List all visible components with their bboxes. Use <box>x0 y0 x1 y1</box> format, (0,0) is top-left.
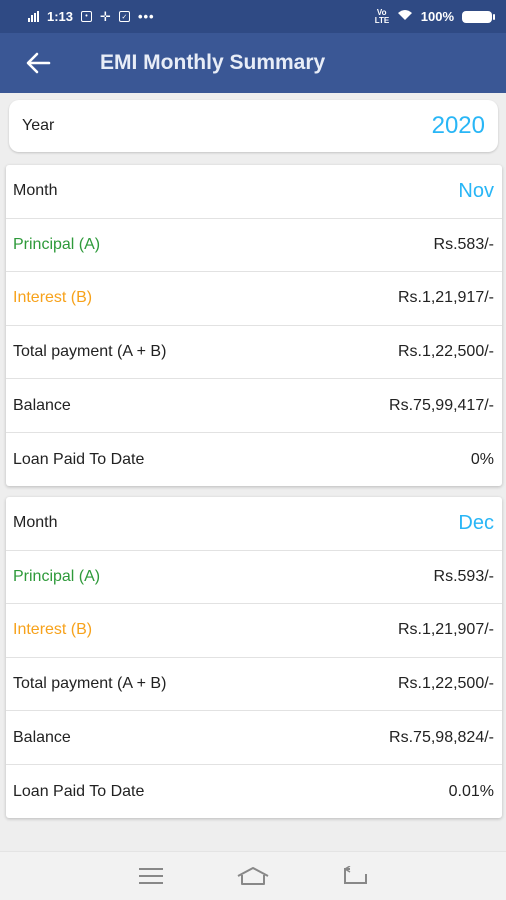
month-value: Dec <box>458 511 494 534</box>
home-button[interactable] <box>233 856 273 896</box>
notification-icon: • <box>81 11 93 22</box>
page-title: EMI Monthly Summary <box>100 51 326 74</box>
status-time: 1:13 <box>47 9 74 24</box>
arrow-left-icon <box>26 52 51 74</box>
month-label: Month <box>13 182 58 200</box>
home-icon <box>237 867 269 885</box>
month-value: Nov <box>458 179 494 202</box>
principal-row: Principal (A) Rs.583/- <box>6 219 502 273</box>
year-value: 2020 <box>431 112 485 139</box>
year-label: Year <box>22 117 55 134</box>
balance-row: Balance Rs.75,98,824/- <box>6 711 502 765</box>
interest-label: Interest (B) <box>13 621 93 639</box>
back-nav-icon <box>344 866 367 884</box>
principal-label: Principal (A) <box>13 235 101 253</box>
status-left: 1:13 • ✛ ✓ ••• <box>28 9 155 25</box>
interest-row: Interest (B) Rs.1,21,917/- <box>6 272 502 326</box>
principal-value: Rs.583/- <box>433 235 494 253</box>
app-bar: EMI Monthly Summary <box>0 33 506 93</box>
loan-paid-row: Loan Paid To Date 0% <box>6 433 502 487</box>
status-right: Vo LTE 100% <box>374 7 495 25</box>
total-payment-row: Total payment (A + B) Rs.1,22,500/- <box>6 658 502 712</box>
menu-button[interactable] <box>131 856 171 896</box>
loan-paid-value: 0.01% <box>448 782 494 800</box>
wifi-icon <box>397 9 413 24</box>
loan-paid-row: Loan Paid To Date 0.01% <box>6 765 502 819</box>
usb-icon: ✛ <box>100 8 111 24</box>
month-label: Month <box>13 514 58 532</box>
total-payment-label: Total payment (A + B) <box>13 343 167 361</box>
interest-value: Rs.1,21,917/- <box>397 289 494 307</box>
battery-percent: 100% <box>420 9 454 24</box>
more-icon: ••• <box>137 9 155 24</box>
balance-label: Balance <box>13 728 71 746</box>
balance-value: Rs.75,99,417/- <box>389 396 494 414</box>
month-card-nov: Month Nov Principal (A) Rs.583/- Interes… <box>6 165 502 486</box>
month-card-dec: Month Dec Principal (A) Rs.593/- Interes… <box>6 497 502 818</box>
menu-icon <box>139 868 163 884</box>
status-bar: 1:13 • ✛ ✓ ••• Vo LTE 100% <box>0 0 506 33</box>
check-icon: ✓ <box>118 11 130 22</box>
month-row: Month Dec <box>6 497 502 551</box>
month-row: Month Nov <box>6 165 502 219</box>
loan-paid-label: Loan Paid To Date <box>13 450 145 468</box>
interest-label: Interest (B) <box>13 289 93 307</box>
balance-row: Balance Rs.75,99,417/- <box>6 379 502 433</box>
system-nav-bar <box>0 851 506 900</box>
year-card[interactable]: Year 2020 <box>9 100 498 152</box>
signal-icon <box>28 11 39 22</box>
battery-icon <box>462 10 495 23</box>
back-button[interactable] <box>0 33 78 93</box>
balance-label: Balance <box>13 396 71 414</box>
total-payment-label: Total payment (A + B) <box>13 675 167 693</box>
total-payment-row: Total payment (A + B) Rs.1,22,500/- <box>6 326 502 380</box>
principal-value: Rs.593/- <box>433 567 494 585</box>
back-nav-button[interactable] <box>335 856 375 896</box>
loan-paid-value: 0% <box>470 450 494 468</box>
principal-row: Principal (A) Rs.593/- <box>6 551 502 605</box>
network-label: Vo LTE <box>374 7 390 25</box>
interest-row: Interest (B) Rs.1,21,907/- <box>6 604 502 658</box>
principal-label: Principal (A) <box>13 567 101 585</box>
loan-paid-label: Loan Paid To Date <box>13 782 145 800</box>
total-payment-value: Rs.1,22,500/- <box>397 343 494 361</box>
interest-value: Rs.1,21,907/- <box>397 621 494 639</box>
total-payment-value: Rs.1,22,500/- <box>397 675 494 693</box>
balance-value: Rs.75,98,824/- <box>389 728 494 746</box>
